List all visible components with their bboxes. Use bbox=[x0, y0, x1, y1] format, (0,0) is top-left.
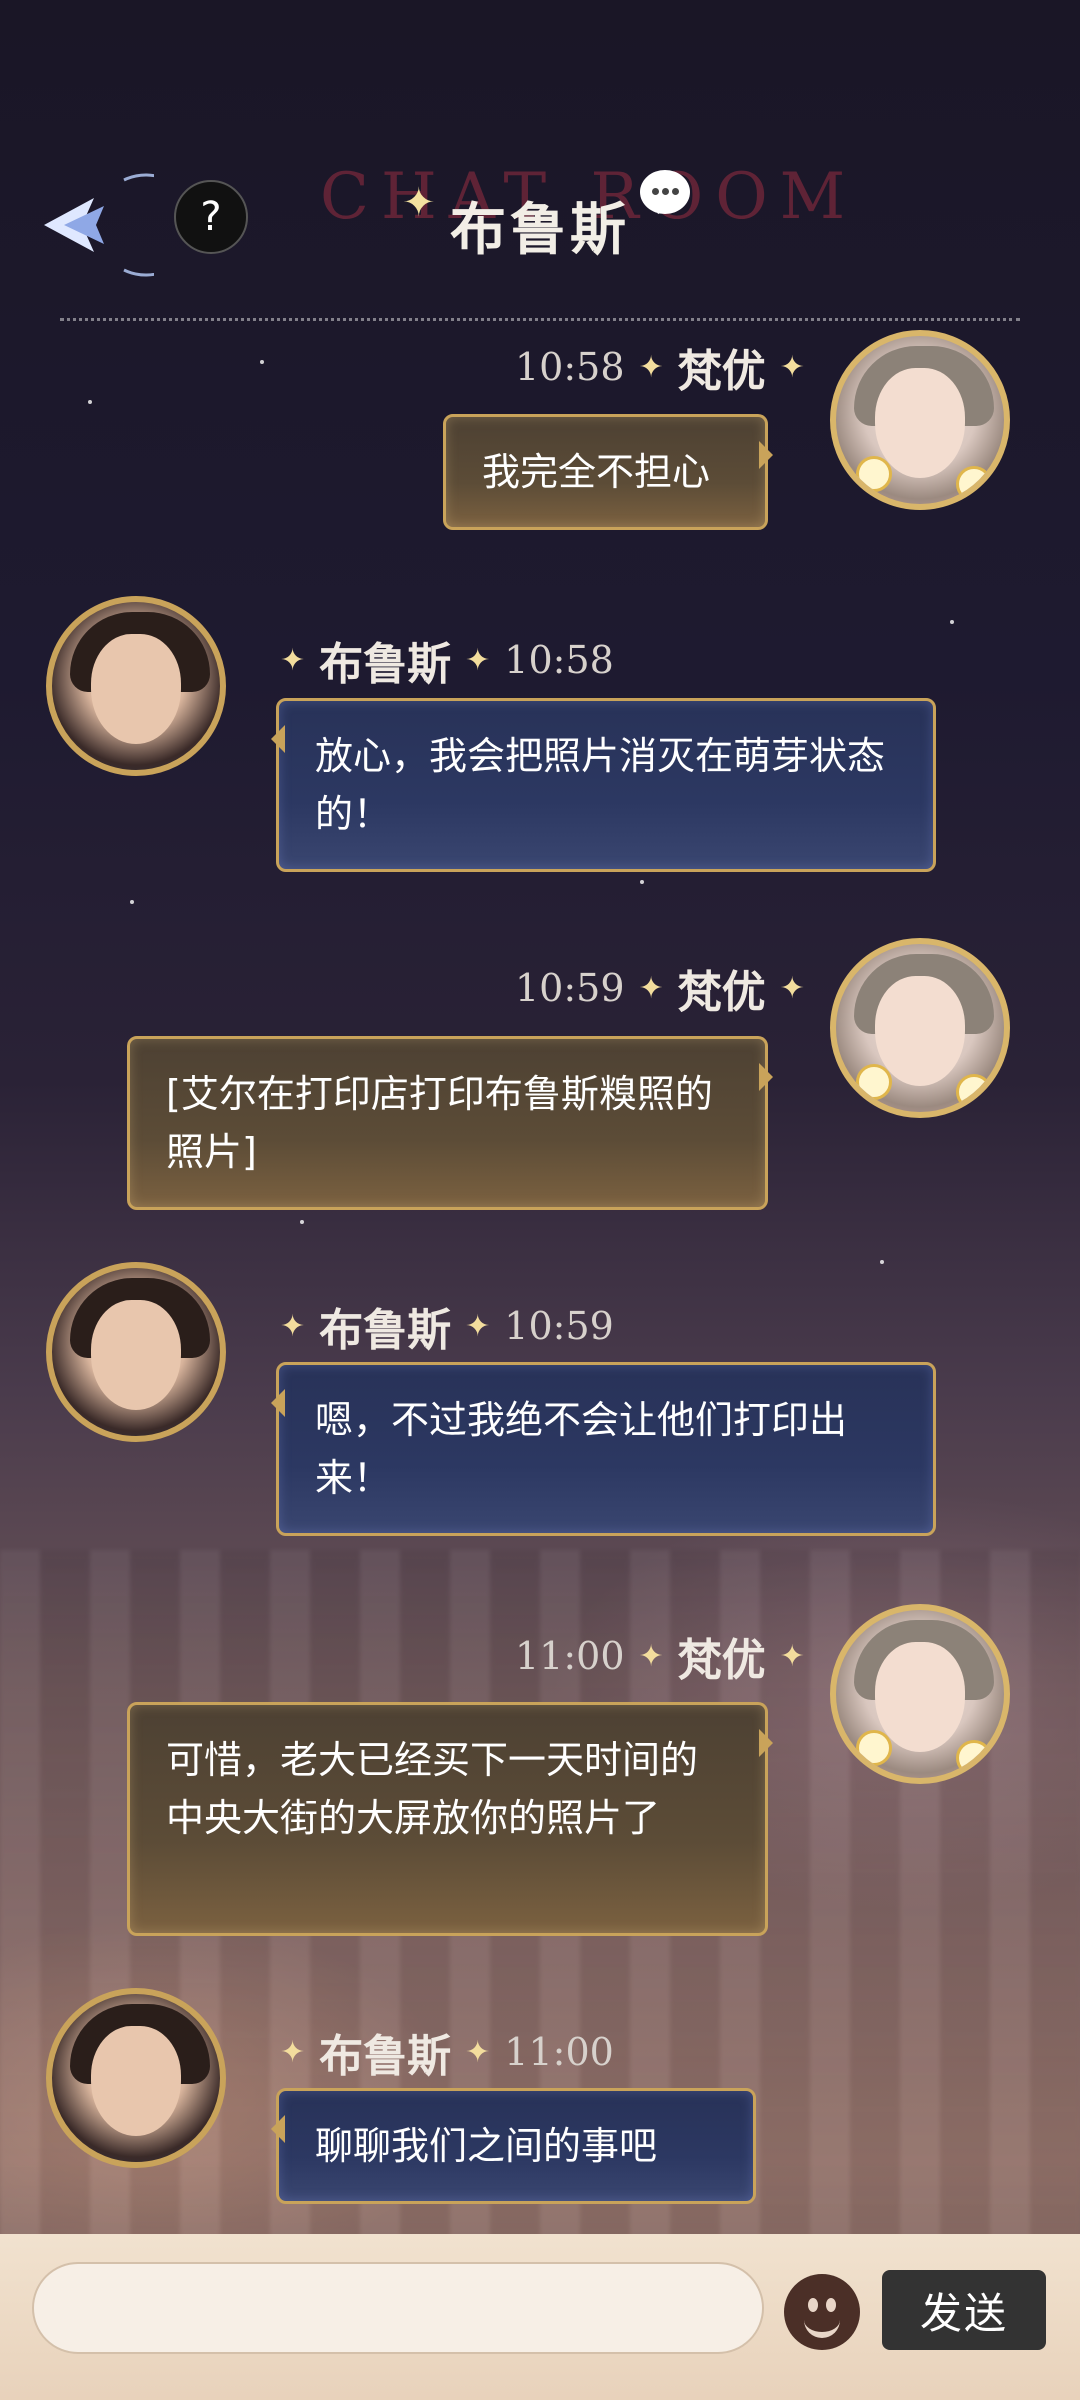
sparkle-icon: ✦ bbox=[280, 1308, 306, 1344]
page-title: 布鲁斯 bbox=[450, 198, 630, 263]
help-label: ? bbox=[200, 194, 222, 240]
sparkle-icon: ✦ bbox=[638, 349, 664, 385]
message-bubble: 可惜，老大已经买下一天时间的中央大街的大屏放你的照片了 bbox=[127, 1702, 773, 1936]
avatar-fanyou[interactable] bbox=[830, 1604, 1010, 1784]
back-button[interactable] bbox=[24, 170, 198, 280]
message-bubble: [艾尔在打印店打印布鲁斯糗照的照片] bbox=[127, 1036, 773, 1210]
message-bubble: 放心，我会把照片消灭在萌芽状态的！ bbox=[271, 698, 936, 872]
sparkle-icon: ✦ bbox=[280, 642, 306, 678]
sparkle-icon: ✦ bbox=[465, 2034, 491, 2070]
message-text: 聊聊我们之间的事吧 bbox=[315, 2124, 658, 2168]
composer-bar: 发送 bbox=[0, 2234, 1080, 2400]
message-meta: ✦ 布鲁斯 ✦ 10:59 bbox=[266, 1294, 614, 1358]
message-bubble: 我完全不担心 bbox=[443, 414, 773, 530]
sparkle-icon: ✦ bbox=[402, 180, 436, 226]
chat-bubble-icon bbox=[640, 170, 690, 214]
message-bubble: 嗯，不过我绝不会让他们打印出来！ bbox=[271, 1362, 936, 1536]
sparkle-icon: ✦ bbox=[779, 1638, 805, 1674]
message-input[interactable] bbox=[32, 2262, 764, 2354]
message-text: 可惜，老大已经买下一天时间的中央大街的大屏放你的照片了 bbox=[166, 1738, 699, 1840]
sender-name: 梵优 bbox=[677, 1635, 766, 1686]
message-time: 10:58 bbox=[504, 638, 614, 682]
message-text: 放心，我会把照片消灭在萌芽状态的！ bbox=[315, 734, 886, 836]
message-meta: 10:59 ✦ 梵优 ✦ bbox=[515, 956, 819, 1020]
avatar-fanyou[interactable] bbox=[830, 938, 1010, 1118]
header-divider bbox=[60, 318, 1020, 321]
sparkle-icon: ✦ bbox=[280, 2034, 306, 2070]
chat-header: ? CHAT ROOM ✦ 布鲁斯 bbox=[0, 140, 1080, 300]
message-bubble: 聊聊我们之间的事吧 bbox=[271, 2088, 756, 2204]
avatar-bruce[interactable] bbox=[46, 1988, 226, 2168]
message-text: 嗯，不过我绝不会让他们打印出来！ bbox=[315, 1398, 848, 1500]
message-time: 10:59 bbox=[515, 966, 625, 1010]
send-button[interactable]: 发送 bbox=[882, 2270, 1046, 2350]
emoji-button[interactable] bbox=[784, 2274, 860, 2350]
message-text: 我完全不担心 bbox=[482, 450, 711, 494]
sparkle-icon: ✦ bbox=[638, 970, 664, 1006]
message-meta: 10:58 ✦ 梵优 ✦ bbox=[515, 335, 819, 399]
sparkle-icon: ✦ bbox=[779, 349, 805, 385]
sender-name: 布鲁斯 bbox=[319, 1305, 452, 1356]
message-meta: 11:00 ✦ 梵优 ✦ bbox=[515, 1624, 819, 1688]
sender-name: 布鲁斯 bbox=[319, 2031, 452, 2082]
sender-name: 梵优 bbox=[677, 967, 766, 1018]
message-text: [艾尔在打印店打印布鲁斯糗照的照片] bbox=[166, 1072, 713, 1174]
avatar-fanyou[interactable] bbox=[830, 330, 1010, 510]
message-meta: ✦ 布鲁斯 ✦ 11:00 bbox=[266, 2020, 614, 2084]
avatar-bruce[interactable] bbox=[46, 596, 226, 776]
message-time: 10:59 bbox=[504, 1304, 614, 1348]
sender-name: 梵优 bbox=[677, 346, 766, 397]
sparkle-icon: ✦ bbox=[638, 1638, 664, 1674]
message-time: 11:00 bbox=[515, 1634, 625, 1678]
sender-name: 布鲁斯 bbox=[319, 639, 452, 690]
sparkle-icon: ✦ bbox=[465, 642, 491, 678]
help-button[interactable]: ? bbox=[174, 180, 248, 254]
back-arrow-icon bbox=[44, 173, 198, 277]
message-meta: ✦ 布鲁斯 ✦ 10:58 bbox=[266, 628, 614, 692]
sparkle-icon: ✦ bbox=[465, 1308, 491, 1344]
sparkle-icon: ✦ bbox=[779, 970, 805, 1006]
message-time: 10:58 bbox=[515, 345, 625, 389]
message-time: 11:00 bbox=[504, 2030, 614, 2074]
avatar-bruce[interactable] bbox=[46, 1262, 226, 1442]
